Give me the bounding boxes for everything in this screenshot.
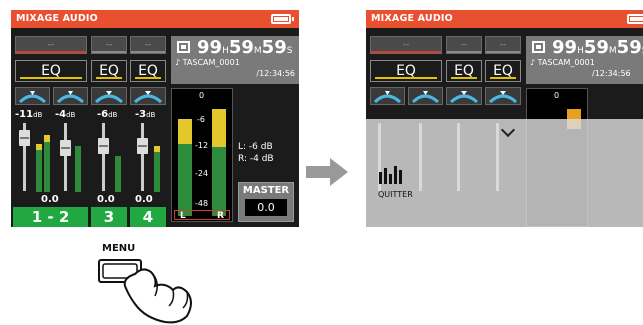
eq-button-3[interactable]: EQ <box>446 60 482 82</box>
figure-root: MIXAGE AUDIO -- -- -- EQ EQ EQ -11dB -4d… <box>0 0 643 325</box>
channel-name-slot-4[interactable]: -- <box>130 36 166 54</box>
pan-control-3[interactable] <box>446 87 482 105</box>
channel-name-slot-1-2[interactable]: -- <box>15 36 87 54</box>
pan-arc-icon <box>94 91 124 104</box>
fader-value-1-2: 0.0 <box>41 194 59 205</box>
record-icon <box>532 41 545 53</box>
left-volume: L: -6 dB <box>238 142 273 152</box>
eq-button-3[interactable]: EQ <box>91 60 127 82</box>
pan-control-1[interactable] <box>370 87 405 105</box>
fader-knob-4[interactable] <box>137 138 148 154</box>
pan-arc-icon <box>373 91 402 104</box>
master-label: MASTER <box>242 185 290 196</box>
meter-tick: -12 <box>195 141 209 150</box>
master-control[interactable]: MASTER 0.0 <box>238 182 294 222</box>
fader-knob-1[interactable] <box>19 130 30 146</box>
level-meter-peak <box>154 146 160 152</box>
screen-title: MIXAGE AUDIO <box>371 13 453 24</box>
battery-icon <box>271 14 294 24</box>
file-duration: /12:34:56 <box>256 69 295 78</box>
channel-level-1: -11dB <box>15 109 43 120</box>
eq-button-4[interactable]: EQ <box>130 60 166 82</box>
pan-arc-icon <box>133 91 163 104</box>
right-volume: R: -4 dB <box>238 154 274 164</box>
screen-title: MIXAGE AUDIO <box>16 13 98 24</box>
channel-name-slot-3[interactable]: -- <box>91 36 127 54</box>
pan-arc-icon <box>18 91 47 104</box>
right-arrow-icon <box>306 158 348 186</box>
pan-arc-icon <box>411 91 440 104</box>
mixer-screen-after: MIXAGE AUDIO -- -- -- EQ EQ EQ 99H59M59 … <box>366 10 643 227</box>
meter-left-label: L <box>180 211 186 221</box>
title-bar: MIXAGE AUDIO <box>366 10 643 28</box>
level-meter <box>115 156 121 192</box>
level-meter <box>36 150 42 192</box>
level-meter <box>75 146 81 192</box>
pan-arc-icon <box>449 91 479 104</box>
file-name: ♪ TASCAM_0001 <box>530 58 595 67</box>
fader-value-4: 0.0 <box>135 194 153 205</box>
record-icon <box>177 41 190 53</box>
pan-control-4[interactable] <box>485 87 521 105</box>
pan-control-1[interactable] <box>15 87 50 105</box>
pan-control-2[interactable] <box>53 87 88 105</box>
hand-pressing-menu-button-icon <box>98 259 192 324</box>
pan-arc-icon <box>56 91 85 104</box>
channel-button-1-2[interactable]: 1 - 2 <box>13 207 88 227</box>
channel-button-4[interactable]: 4 <box>130 207 166 227</box>
pan-control-3[interactable] <box>91 87 127 105</box>
file-duration: /12:34:56 <box>592 69 631 78</box>
channel-name-slot-1-2[interactable]: -- <box>370 36 442 54</box>
fader-track <box>102 123 105 191</box>
master-value: 0.0 <box>245 199 287 216</box>
channel-level-3: -6dB <box>97 109 118 120</box>
pan-control-4[interactable] <box>130 87 166 105</box>
file-name: ♪ TASCAM_0001 <box>175 58 240 67</box>
channel-name: -- <box>460 40 468 50</box>
pan-arc-icon <box>488 91 518 104</box>
menu-button-label: MENU <box>102 243 136 254</box>
channel-name: -- <box>47 40 55 50</box>
meter-tick: 0 <box>554 91 560 100</box>
level-meter <box>44 142 50 192</box>
recording-time-panel: 99H59M59S ♪ TASCAM_0001 /12:34:56 <box>526 36 643 84</box>
meter-tick: -48 <box>195 199 209 208</box>
meter-tick: -24 <box>195 169 209 178</box>
eq-button-1-2[interactable]: EQ <box>15 60 87 82</box>
remaining-time: 99H59M59S <box>552 37 643 58</box>
recording-time-panel: 99H59M59S ♪ TASCAM_0001 /12:34:56 <box>171 36 299 84</box>
channel-button-3[interactable]: 3 <box>91 207 127 227</box>
level-meter-peak <box>36 144 42 150</box>
level-meter-peak <box>44 135 50 142</box>
title-bar: MIXAGE AUDIO <box>11 10 299 28</box>
fader-knob-3[interactable] <box>98 138 109 154</box>
fader-knob-2[interactable] <box>60 140 71 156</box>
eq-button-1-2[interactable]: EQ <box>370 60 442 82</box>
battery-icon <box>627 14 643 24</box>
channel-name: -- <box>499 40 507 50</box>
mixer-icon[interactable] <box>379 164 403 184</box>
channel-name: -- <box>144 40 152 50</box>
channel-level-2: -4dB <box>55 109 76 120</box>
master-level-meter: 0 -6 -12 -24 -48 L R <box>171 88 233 222</box>
fader-track <box>141 123 144 191</box>
channel-name-slot-4[interactable]: -- <box>485 36 521 54</box>
menu-overlay: QUITTER <box>366 119 643 227</box>
fader-value-3: 0.0 <box>97 194 115 205</box>
meter-right-label: R <box>217 211 224 221</box>
pan-control-2[interactable] <box>408 87 443 105</box>
meter-tick: -6 <box>197 115 205 124</box>
meter-tick: 0 <box>199 91 205 100</box>
channel-level-4: -3dB <box>135 109 156 120</box>
mixer-screen-before: MIXAGE AUDIO -- -- -- EQ EQ EQ -11dB -4d… <box>11 10 299 227</box>
channel-name: -- <box>105 40 113 50</box>
quit-menu-item[interactable]: QUITTER <box>378 190 413 199</box>
fader-track <box>64 123 67 191</box>
level-meter <box>154 152 160 192</box>
channel-name-slot-3[interactable]: -- <box>446 36 482 54</box>
channel-name: -- <box>402 40 410 50</box>
chevron-down-icon[interactable] <box>500 122 516 138</box>
eq-button-4[interactable]: EQ <box>485 60 521 82</box>
remaining-time: 99H59M59S <box>197 37 293 58</box>
